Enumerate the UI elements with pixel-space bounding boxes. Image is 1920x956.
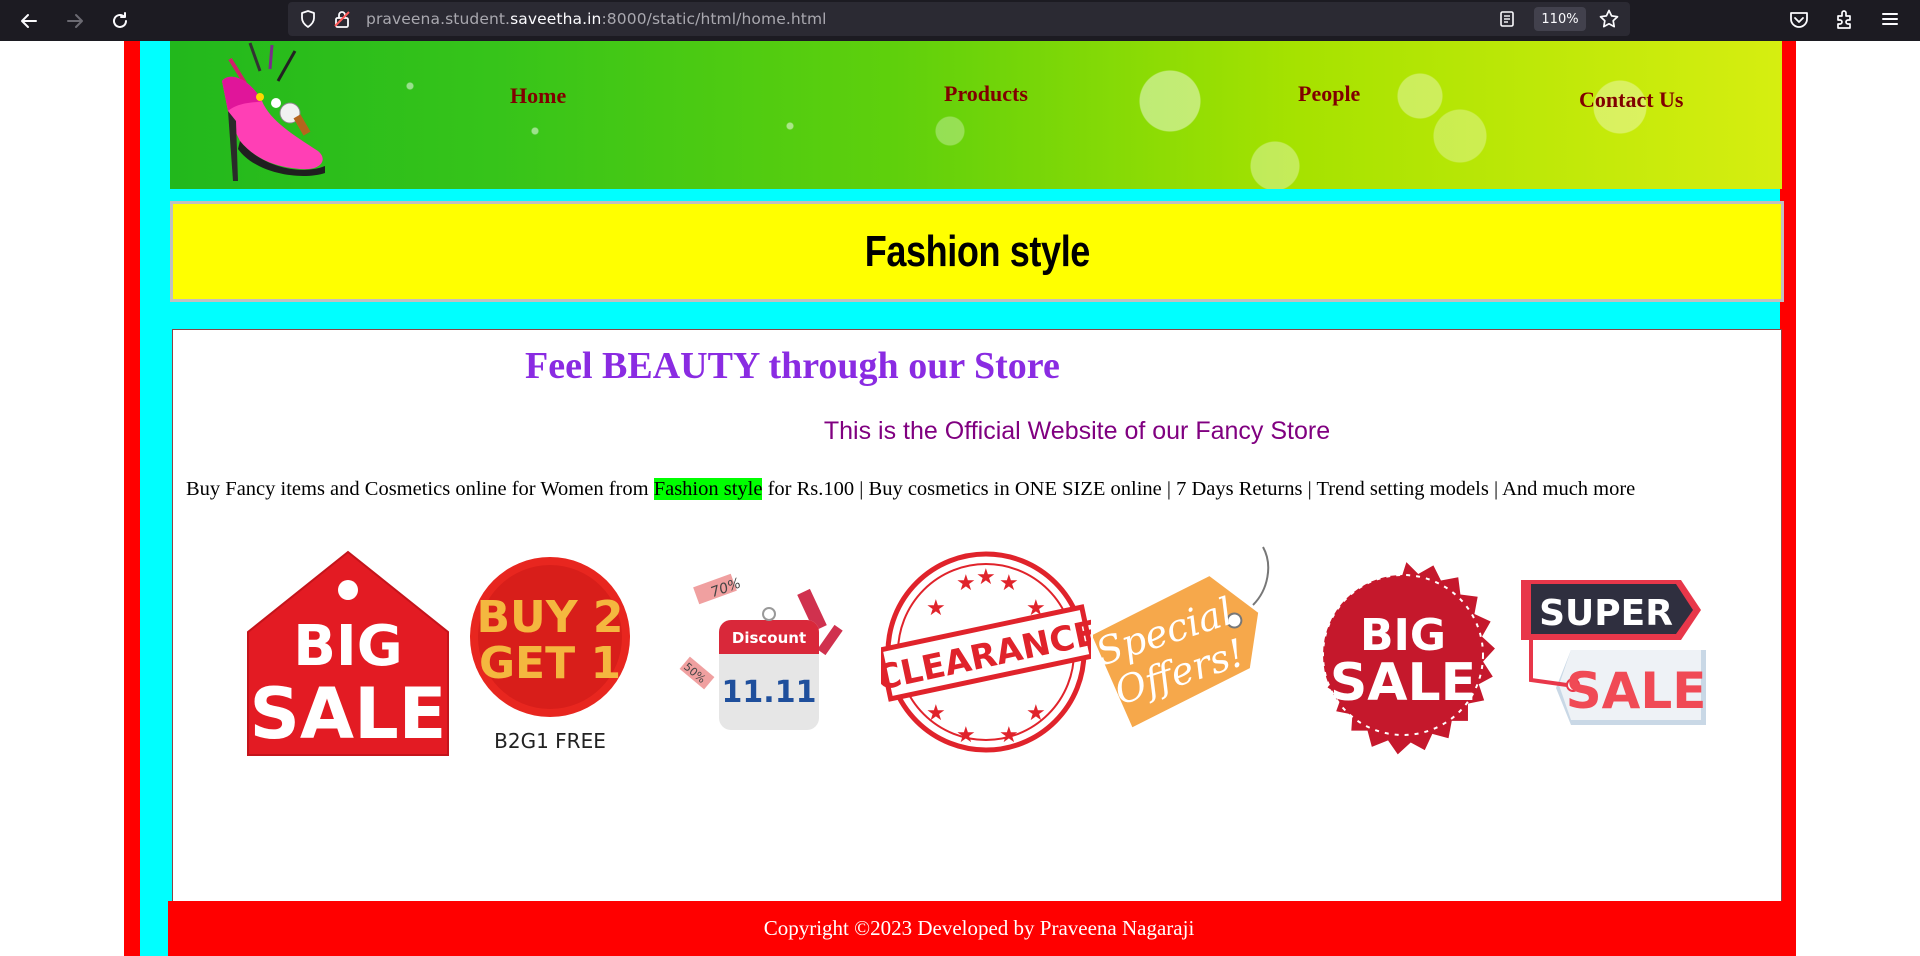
description-text-end: for Rs.100 | Buy cosmetics in ONE SIZE o… bbox=[762, 478, 1636, 500]
big-sale-tag-image: BIG SALE bbox=[247, 550, 449, 756]
svg-text:★: ★ bbox=[926, 700, 946, 725]
buy2-get1-badge-image: BUY 2 GET 1 B2G1 FREE bbox=[470, 557, 630, 753]
super-sale-tag-image: SUPER SALE bbox=[1521, 580, 1707, 725]
extensions-icon[interactable] bbox=[1834, 8, 1856, 30]
super-line2: SALE bbox=[1566, 662, 1707, 720]
shield-icon[interactable] bbox=[298, 9, 318, 29]
fashion-style-banner: Fashion style bbox=[170, 201, 1784, 302]
main-content: Feel BEAUTY through our Store This is th… bbox=[172, 329, 1782, 956]
big-sale-seal-image: BIG SALE bbox=[1322, 562, 1495, 755]
url-host: saveetha.in bbox=[510, 10, 602, 28]
nav-products[interactable]: Products bbox=[944, 81, 1028, 107]
forward-button[interactable] bbox=[60, 6, 90, 36]
arrow-left-icon bbox=[21, 14, 37, 28]
reader-view-icon[interactable] bbox=[1498, 10, 1516, 28]
url-bar[interactable]: praveena.student.saveetha.in:8000/static… bbox=[288, 2, 1630, 36]
store-description: Buy Fancy items and Cosmetics online for… bbox=[186, 478, 1635, 501]
highlighted-store-name: Fashion style bbox=[653, 478, 763, 500]
buy2-line2: GET 1 bbox=[479, 638, 621, 689]
buy2-line1: BUY 2 bbox=[476, 592, 623, 643]
hamburger-menu-icon[interactable] bbox=[1879, 8, 1901, 30]
nav-people[interactable]: People bbox=[1298, 81, 1360, 107]
discount-title: Discount bbox=[732, 629, 806, 647]
nav-home[interactable]: Home bbox=[510, 83, 566, 109]
clearance-stamp-image: ★ ★ ★ ★ ★ ★ ★ ★ ★ CLEARANCE bbox=[881, 551, 1091, 753]
promo-badges-row: BIG SALE BUY 2 GET 1 B2G1 FREE 70% 50% D… bbox=[243, 546, 1706, 760]
description-text-start: Buy Fancy items and Cosmetics online for… bbox=[186, 478, 654, 500]
browser-toolbar: praveena.student.saveetha.in:8000/static… bbox=[0, 0, 1920, 41]
super-line1: SUPER bbox=[1539, 593, 1673, 634]
svg-text:★: ★ bbox=[999, 722, 1019, 747]
official-site-subtitle: This is the Official Website of our Fanc… bbox=[823, 417, 1331, 445]
high-heel-cosmetics-logo bbox=[222, 42, 325, 181]
svg-text:★: ★ bbox=[956, 722, 976, 747]
site-footer: Copyright ©2023 Developed by Praveena Na… bbox=[168, 901, 1790, 956]
special-offers-tag-image: Special Offers! bbox=[1093, 546, 1270, 728]
url-prefix: praveena.student. bbox=[366, 10, 511, 28]
site-header: Home Products People Contact Us bbox=[170, 41, 1782, 189]
url-path: :8000/static/html/home.html bbox=[601, 10, 827, 28]
banner-title: Fashion style bbox=[864, 226, 1090, 276]
store-tagline: Feel BEAUTY through our Store bbox=[525, 345, 1060, 387]
seal-line2: SALE bbox=[1330, 653, 1476, 713]
back-button[interactable] bbox=[14, 6, 44, 36]
reload-button[interactable] bbox=[105, 6, 135, 36]
svg-text:★: ★ bbox=[926, 595, 946, 620]
buy2-caption: B2G1 FREE bbox=[494, 729, 606, 753]
zoom-level-badge[interactable]: 110% bbox=[1534, 7, 1586, 31]
pocket-icon[interactable] bbox=[1788, 8, 1810, 30]
insecure-lock-icon[interactable] bbox=[332, 9, 352, 29]
svg-text:★: ★ bbox=[956, 570, 976, 595]
discount-tag-70: 70% bbox=[709, 575, 744, 601]
copyright-text: Copyright ©2023 Developed by Praveena Na… bbox=[763, 916, 1195, 940]
svg-text:★: ★ bbox=[999, 570, 1019, 595]
discount-date: 11.11 bbox=[722, 675, 817, 710]
svg-text:★: ★ bbox=[1026, 700, 1046, 725]
url-text[interactable]: praveena.student.saveetha.in:8000/static… bbox=[366, 10, 827, 28]
big-sale-line1: BIG bbox=[293, 614, 402, 679]
svg-text:★: ★ bbox=[976, 564, 996, 589]
big-sale-line2: SALE bbox=[249, 673, 446, 755]
nav-contact-us[interactable]: Contact Us bbox=[1579, 87, 1684, 113]
arrow-right-icon bbox=[67, 14, 83, 28]
bookmark-star-icon[interactable] bbox=[1598, 8, 1620, 30]
discount-calendar-image: 70% 50% Discount 11.11 bbox=[679, 573, 843, 730]
page-container: Home Products People Contact Us Fashion … bbox=[124, 41, 1796, 956]
reload-icon bbox=[113, 12, 127, 28]
